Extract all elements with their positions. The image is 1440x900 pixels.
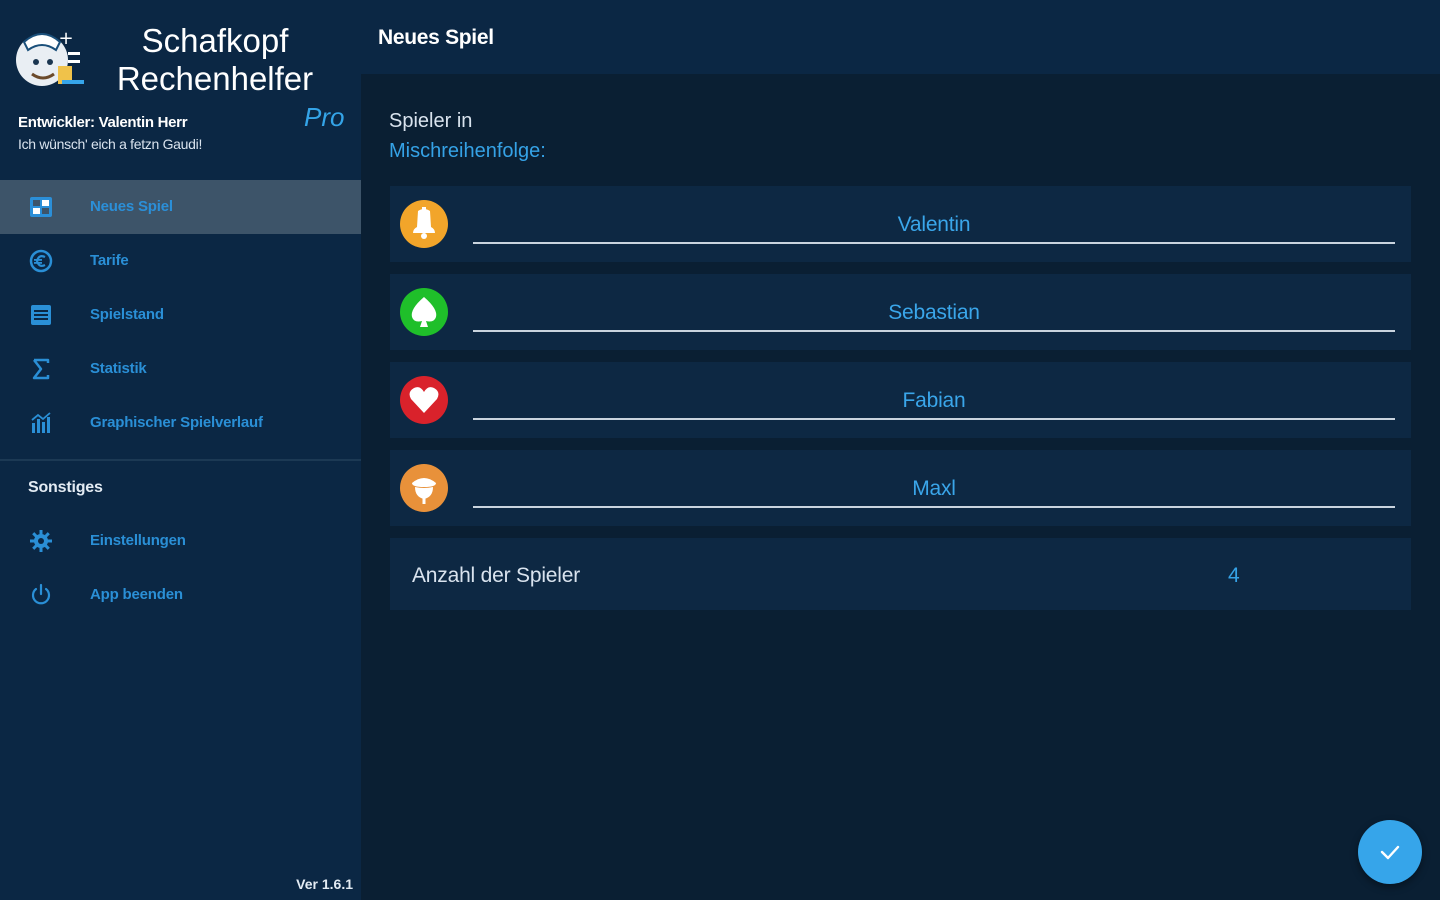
players-heading-line1: Spieler in xyxy=(389,110,473,132)
nav-divider xyxy=(0,459,361,461)
power-icon xyxy=(28,582,54,608)
nav-item-neues-spiel[interactable]: Neues Spiel xyxy=(0,180,361,234)
navigation-drawer: + Schafkopf Rechenhelfer Pro Entwickler:… xyxy=(0,0,361,900)
nav-label: Graphischer Spielverlauf xyxy=(90,414,263,431)
checkmark-icon xyxy=(1380,845,1400,860)
nav-label: Einstellungen xyxy=(90,532,186,549)
nav-item-einstellungen[interactable]: Einstellungen xyxy=(0,514,361,568)
svg-text:+: + xyxy=(58,28,73,49)
main-nav: Neues Spiel Tarife Spielstand Statistik … xyxy=(0,180,361,450)
player-name-input-4[interactable] xyxy=(473,472,1395,506)
nav-label: Neues Spiel xyxy=(90,198,173,215)
euro-icon xyxy=(28,248,54,274)
section-label-sonstiges: Sonstiges xyxy=(28,479,103,496)
drawer-header: + Schafkopf Rechenhelfer Pro Entwickler:… xyxy=(0,0,361,180)
scoreboard-icon xyxy=(28,302,54,328)
motto-text: Ich wünsch' eich a fetzn Gaudi! xyxy=(18,136,203,152)
new-game-icon xyxy=(28,194,54,220)
app-window: + Schafkopf Rechenhelfer Pro Entwickler:… xyxy=(0,0,1440,900)
player-name-field-3[interactable] xyxy=(473,384,1395,420)
player-name-input-1[interactable] xyxy=(473,208,1395,242)
nav-label: Tarife xyxy=(90,252,129,269)
players-heading-line2: Mischreihenfolge: xyxy=(389,140,546,162)
edition-badge: Pro xyxy=(304,102,345,132)
player-name-field-4[interactable] xyxy=(473,472,1395,508)
nav-item-graphischer-spielverlauf[interactable]: Graphischer Spielverlauf xyxy=(0,396,361,450)
player-row-1 xyxy=(390,186,1411,262)
secondary-nav: Einstellungen App beenden xyxy=(0,514,361,622)
player-name-field-1[interactable] xyxy=(473,208,1395,244)
player-count-label: Anzahl der Spieler xyxy=(412,564,580,587)
sigma-icon xyxy=(28,356,54,382)
player-row-2 xyxy=(390,274,1411,350)
nav-item-app-beenden[interactable]: App beenden xyxy=(0,568,361,622)
leaf-icon xyxy=(400,288,448,336)
bar-chart-icon xyxy=(28,410,54,436)
app-logo-icon: + xyxy=(14,22,88,92)
nav-label: App beenden xyxy=(90,586,183,603)
nav-item-tarife[interactable]: Tarife xyxy=(0,234,361,288)
acorn-icon xyxy=(400,464,448,512)
player-name-input-2[interactable] xyxy=(473,296,1395,330)
main-content: Spieler in Mischreihenfolge: Valentin Se… xyxy=(361,74,1440,900)
heart-icon xyxy=(400,376,448,424)
player-count-value[interactable]: 4 xyxy=(1228,564,1240,588)
bell-icon xyxy=(400,200,448,248)
app-bar: Neues Spiel xyxy=(361,0,1440,74)
developer-text: Entwickler: Valentin Herr xyxy=(18,114,188,131)
player-count-row[interactable]: Anzahl der Spieler 4 xyxy=(390,538,1411,610)
gear-icon xyxy=(28,528,54,554)
nav-item-spielstand[interactable]: Spielstand xyxy=(0,288,361,342)
player-row-4 xyxy=(390,450,1411,526)
app-title: Schafkopf Rechenhelfer xyxy=(116,22,314,97)
nav-item-statistik[interactable]: Statistik xyxy=(0,342,361,396)
confirm-button[interactable] xyxy=(1358,820,1422,884)
player-name-field-2[interactable] xyxy=(473,296,1395,332)
nav-label: Statistik xyxy=(90,360,147,377)
player-row-3 xyxy=(390,362,1411,438)
version-text: Ver 1.6.1 xyxy=(296,876,353,892)
players-heading: Spieler in Mischreihenfolge: xyxy=(389,106,546,166)
player-name-input-3[interactable] xyxy=(473,384,1395,418)
page-title: Neues Spiel xyxy=(378,26,494,49)
nav-label: Spielstand xyxy=(90,306,164,323)
